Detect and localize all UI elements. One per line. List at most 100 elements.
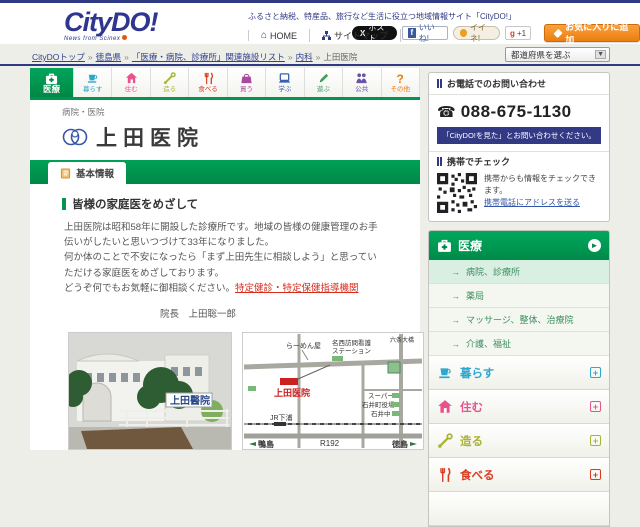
description-text: 上田医院は昭和58年に開設した診療所です。地域の皆様の健康管理のお手伝いがしたい… <box>64 220 386 296</box>
submenu-pharmacy[interactable]: → 薬局 <box>429 284 609 308</box>
access-map: 上田医院 らーめん屋 名西訪問看護 ステーション 六条大橋 スーパー 石井町役場… <box>242 332 424 450</box>
google-plus-one-button[interactable]: g+1 <box>505 26 531 40</box>
map-east-label: 徳島 <box>391 439 408 448</box>
fork-knife-icon <box>202 72 215 85</box>
tab-taberu[interactable]: 食べる <box>189 68 227 97</box>
map-route-label: R192 <box>320 439 340 448</box>
breadcrumb-naika[interactable]: 内科 <box>296 52 313 62</box>
menu-tsukuru[interactable]: 造る + <box>429 424 609 458</box>
heading-bar-icon <box>62 198 66 210</box>
add-favorite-button[interactable]: お気に入りに追加 <box>544 24 640 42</box>
tab-kurasu[interactable]: 暮らす <box>74 68 112 97</box>
expand-button[interactable]: + <box>590 401 601 412</box>
paragraph: どうぞ何でもお気軽に御相談ください。特定健診・特定保健指導機関 <box>64 281 386 296</box>
map-nurse-label-1: 名西訪問看護 <box>332 338 372 347</box>
submenu-care[interactable]: → 介護、福祉 <box>429 332 609 356</box>
divider <box>0 64 640 66</box>
tab-kokyo[interactable]: 公共 <box>343 68 381 97</box>
wrench-icon <box>437 433 453 449</box>
arrow-icon: → <box>451 267 460 277</box>
mixi-iine-button[interactable]: イイネ! <box>453 26 500 40</box>
mobile-text: 携帯からも情報をチェックできます。 携帯電話にアドレスを送る <box>484 173 601 213</box>
mobile-heading: 携帯でチェック <box>429 151 609 171</box>
content-panel: 病院・医院 上田医院 基本情報 皆様の家庭医をめざして 上田医院は昭和58年に開… <box>30 100 420 450</box>
cup-icon <box>437 365 453 381</box>
house-icon <box>437 399 453 415</box>
category-menu: 医療 ► → 病院、診療所 → 薬局 → マッサージ、整体、治療院 → 介護、福… <box>428 230 610 527</box>
clinic-icon <box>62 126 88 148</box>
map-nurse-label-2: ステーション <box>332 347 371 355</box>
map-west-label: 鴨島 <box>258 439 274 448</box>
breadcrumb-list[interactable]: 「医療・病院、診療所」関連施設リスト <box>132 52 285 62</box>
laptop-icon <box>278 72 291 85</box>
page-title: 上田医院 <box>96 122 204 152</box>
tab-sonota[interactable]: ? その他 <box>382 68 420 97</box>
site-tagline: ふるさと納税、特産品、旅行など生活に役立つ地域情報サイト「CityDO!」 <box>248 11 516 22</box>
prefecture-select[interactable]: 都道府県を選ぶ ▼ <box>505 47 610 62</box>
expand-button[interactable]: + <box>590 435 601 446</box>
section-bars-icon <box>437 157 442 166</box>
nav-home[interactable]: ⌂HOME <box>248 30 309 41</box>
arrow-icon: → <box>451 339 460 349</box>
map-clinic-label: 上田医院 <box>274 387 310 398</box>
header-nav: ⌂HOME サイトマップ <box>248 29 401 42</box>
tab-kau[interactable]: 買う <box>228 68 266 97</box>
facebook-icon: f <box>408 28 416 38</box>
menu-medical[interactable]: 医療 ► <box>429 231 609 260</box>
breadcrumb-top[interactable]: CityDOトップ <box>32 52 85 62</box>
contact-heading: お電話でのお問い合わせ <box>429 73 609 95</box>
contact-box: お電話でのお問い合わせ ☎ 088-675-1130 「CityDO!を見た」と… <box>428 72 610 222</box>
map-jr-label: JR下浦 <box>270 413 293 422</box>
submenu-hospitals[interactable]: → 病院、診療所 <box>429 260 609 284</box>
map-townhall-label: 石井町役場 <box>362 400 395 409</box>
map-super-label: スーパー <box>368 392 394 400</box>
tab-manabu[interactable]: 学ぶ <box>266 68 304 97</box>
wrench-icon <box>163 72 176 85</box>
breadcrumb: CityDOトップ»徳島県»「医療・病院、診療所」関連施設リスト»内科»上田医院 <box>32 51 357 63</box>
arrow-icon: → <box>451 291 460 301</box>
expand-button[interactable]: ► <box>588 239 601 252</box>
clinic-photo: 上田醫院 <box>68 332 232 450</box>
send-address-link[interactable]: 携帯電話にアドレスを送る <box>484 198 580 207</box>
tab-tsukuru[interactable]: 造る <box>151 68 189 97</box>
citydo-note-badge: 「CityDO!を見た」とお問い合わせください。 <box>437 127 601 144</box>
facebook-like-button[interactable]: fいいね! <box>402 26 448 40</box>
logo-text: CityDO! <box>64 9 194 35</box>
expand-button[interactable]: + <box>590 367 601 378</box>
breadcrumb-pref[interactable]: 徳島県 <box>96 52 122 62</box>
menu-next-partial[interactable] <box>429 492 609 526</box>
paragraph: 何か体のことで不安になったら「まず上田先生に相談しよう」と思っていただける家庭医… <box>64 250 386 280</box>
menu-kurasu[interactable]: 暮らす + <box>429 356 609 390</box>
sitemap-icon <box>322 31 331 40</box>
kenshin-link[interactable]: 特定健診・特定保健指導機関 <box>235 283 359 294</box>
qr-code <box>437 173 477 213</box>
question-icon: ? <box>397 73 404 85</box>
paragraph: 上田医院は昭和58年に開設した診療所です。地域の皆様の健康管理のお手伝いがしたい… <box>64 220 386 250</box>
tab-basic-info[interactable]: 基本情報 <box>48 162 126 184</box>
menu-taberu[interactable]: 食べる + <box>429 458 609 492</box>
expand-button[interactable]: + <box>590 469 601 480</box>
tag-icon <box>553 28 562 37</box>
category-label: 病院・医院 <box>62 106 420 118</box>
site-header: CityDO! News from Scinex ふるさと納税、特産品、旅行など… <box>0 3 640 44</box>
arrow-icon: → <box>451 315 460 325</box>
citydo-logo[interactable]: CityDO! News from Scinex <box>64 9 194 42</box>
google-icon: g <box>510 29 515 38</box>
section-bars-icon <box>437 79 442 88</box>
chevron-down-icon: ▼ <box>595 50 606 59</box>
tab-sumu[interactable]: 住む <box>112 68 150 97</box>
pencil-icon <box>317 72 330 85</box>
menu-sumu[interactable]: 住む + <box>429 390 609 424</box>
phone-number: 088-675-1130 <box>461 102 572 122</box>
sidebar: お電話でのお問い合わせ ☎ 088-675-1130 「CityDO!を見た」と… <box>428 72 610 527</box>
submenu-massage[interactable]: → マッサージ、整体、治療院 <box>429 308 609 332</box>
tab-asobu[interactable]: 遊ぶ <box>305 68 343 97</box>
first-aid-icon <box>437 238 452 253</box>
tab-medical[interactable]: 医療 <box>30 68 74 97</box>
handbag-icon <box>240 72 253 85</box>
map-bridge-label: 六条大橋 <box>390 336 414 344</box>
logo-dot-icon <box>122 35 127 40</box>
phone-icon: ☎ <box>437 103 456 121</box>
mixi-icon <box>460 29 467 37</box>
nav-sitemap[interactable]: サイトマップ <box>309 29 401 42</box>
